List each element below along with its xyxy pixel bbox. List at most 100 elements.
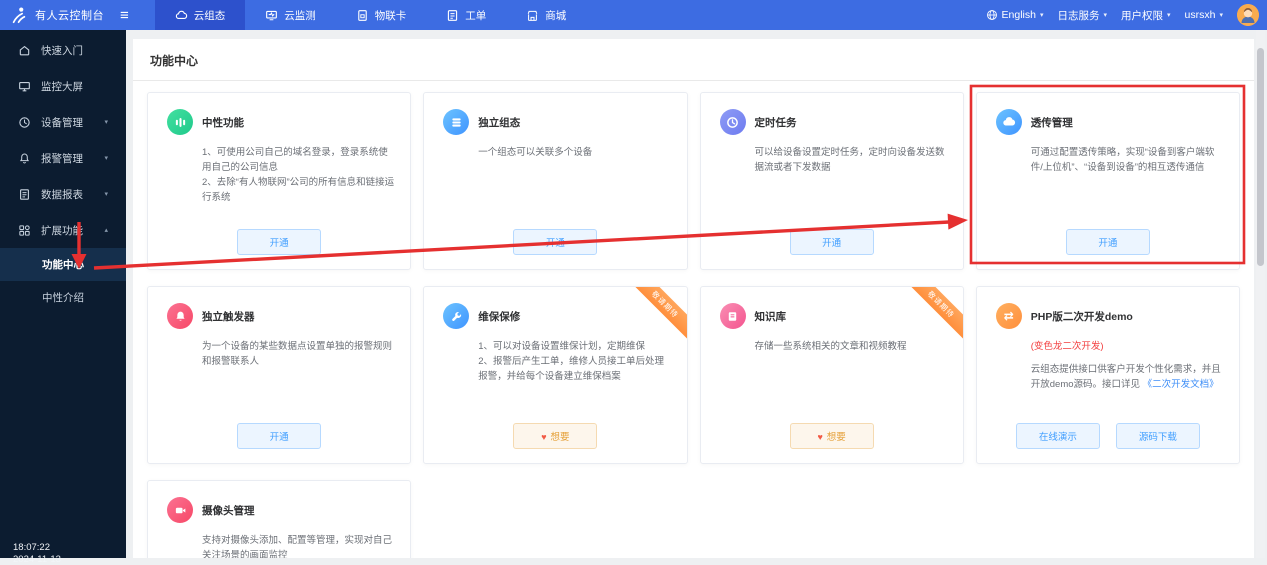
card-description: 可以给设备设置定时任务，定时向设备发送数据流或者下发数据 xyxy=(755,145,949,175)
sidebar-item-extensions[interactable]: 扩展功能 ▴ xyxy=(0,212,126,248)
online-demo-button[interactable]: 在线演示 xyxy=(1016,423,1100,449)
sidebar: 快速入门 监控大屏 设备管理 ▾ 报警管理 ▾ 数据报表 xyxy=(0,30,126,558)
sidebar-item-alarm-management[interactable]: 报警管理 ▾ xyxy=(0,140,126,176)
sidebar-item-device-management[interactable]: 设备管理 ▾ xyxy=(0,104,126,140)
tab-label: 云组态 xyxy=(194,8,226,23)
chevron-down-icon: ▾ xyxy=(104,154,108,162)
camera-icon xyxy=(167,497,193,523)
sidebar-subitem-feature-center[interactable]: 功能中心 xyxy=(0,248,126,281)
card-description: 一个组态可以关联多个设备 xyxy=(478,145,672,160)
content-panel: 功能中心 中性功能 1、可使用公司自己的域名登录，登录系统使用自己的公司信息 2… xyxy=(133,39,1254,558)
main-area: 功能中心 中性功能 1、可使用公司自己的域名登录，登录系统使用自己的公司信息 2… xyxy=(126,30,1267,558)
sidebar-item-monitor-screen[interactable]: 监控大屏 xyxy=(0,68,126,104)
home-icon xyxy=(18,44,31,57)
card-php-demo: ⇄ PHP版二次开发demo (变色龙二次开发) 云组态提供接口供客户开发个性化… xyxy=(976,286,1240,464)
dev-doc-link[interactable]: 《二次开发文档》 xyxy=(1143,379,1219,390)
sidebar-item-label: 快速入门 xyxy=(41,43,83,58)
card-scheduled-task: 定时任务 可以给设备设置定时任务，定时向设备发送数据流或者下发数据 开通 xyxy=(700,92,964,270)
activate-button[interactable]: 开通 xyxy=(237,423,321,449)
card-title: 摄像头管理 xyxy=(202,503,255,518)
activate-button[interactable]: 开通 xyxy=(1066,229,1150,255)
feature-card-grid: 中性功能 1、可使用公司自己的域名登录，登录系统使用自己的公司信息 2、去除“有… xyxy=(133,81,1254,558)
language-label: English xyxy=(1002,9,1036,21)
sidebar-item-label: 设备管理 xyxy=(41,115,83,130)
activate-button[interactable]: 开通 xyxy=(237,229,321,255)
card-camera-management: 摄像头管理 支持对摄像头添加、配置等管理，实现对自己关注场景的画面监控 xyxy=(147,480,411,558)
tab-iot-card[interactable]: 物联卡 xyxy=(336,0,427,30)
equalizer-icon xyxy=(167,109,193,135)
device-clock-icon xyxy=(18,116,31,129)
card-title: 透传管理 xyxy=(1031,115,1073,130)
user-menu[interactable]: usrsxh ▾ xyxy=(1185,9,1223,21)
card-title: 中性功能 xyxy=(202,115,244,130)
want-button[interactable]: ♥想要 xyxy=(513,423,597,449)
card-description: 为一个设备的某些数据点设置单独的报警规则和报警联系人 xyxy=(202,339,396,369)
chevron-down-icon: ▾ xyxy=(1104,11,1108,19)
sidebar-subitem-neutral-intro[interactable]: 中性介绍 xyxy=(0,281,126,314)
tab-mall[interactable]: 商城 xyxy=(506,0,586,30)
bell-icon xyxy=(167,303,193,329)
extensions-grid-icon xyxy=(18,224,31,237)
clock-date: 2024-11-13 xyxy=(13,554,61,565)
user-rights-label: 用户权限 xyxy=(1121,8,1163,23)
card-standalone-trigger: 独立触发器 为一个设备的某些数据点设置单独的报警规则和报警联系人 开通 xyxy=(147,286,411,464)
top-header: 有人云控制台 ≡ 云组态 云监测 物联卡 工单 xyxy=(0,0,1267,30)
code-icon: ⇄ xyxy=(996,303,1022,329)
card-title: 独立触发器 xyxy=(202,309,255,324)
card-neutral-function: 中性功能 1、可使用公司自己的域名登录，登录系统使用自己的公司信息 2、去除“有… xyxy=(147,92,411,270)
wrench-icon xyxy=(443,303,469,329)
tab-label: 工单 xyxy=(465,8,486,23)
tab-work-order[interactable]: 工单 xyxy=(426,0,506,30)
card-standalone-scada: 独立组态 一个组态可以关联多个设备 开通 xyxy=(423,92,687,270)
globe-icon xyxy=(986,9,998,21)
header-right: English ▾ 日志服务 ▾ 用户权限 ▾ usrsxh ▾ xyxy=(986,4,1267,26)
sidebar-item-label: 数据报表 xyxy=(41,187,83,202)
activate-button[interactable]: 开通 xyxy=(513,229,597,255)
avatar[interactable] xyxy=(1237,4,1259,26)
logo: 有人云控制台 ≡ xyxy=(0,6,129,24)
usr-logo-icon xyxy=(10,6,28,24)
scrollbar-thumb[interactable] xyxy=(1257,48,1264,266)
chevron-down-icon: ▾ xyxy=(1219,11,1223,19)
card-description: 支持对摄像头添加、配置等管理，实现对自己关注场景的画面监控 xyxy=(202,533,396,558)
cloud-icon xyxy=(996,109,1022,135)
store-icon xyxy=(526,9,539,22)
heart-icon: ♥ xyxy=(541,432,546,442)
card-red-note: (变色龙二次开发) xyxy=(1031,338,1225,352)
card-description: 可通过配置透传策略，实现“设备到客户端软件/上位机”、“设备到设备”的相互透传通… xyxy=(1031,145,1225,175)
chevron-down-icon: ▾ xyxy=(1167,11,1171,19)
language-selector[interactable]: English ▾ xyxy=(986,9,1044,21)
bell-icon xyxy=(18,152,31,165)
card-maintenance-repair: 敬请期待 维保保修 1、可以对设备设置维保计划，定期维保 2、报警后产生工单，维… xyxy=(423,286,687,464)
chevron-down-icon: ▾ xyxy=(104,190,108,198)
heart-icon: ♥ xyxy=(817,432,822,442)
tab-cloud-scada[interactable]: 云组态 xyxy=(155,0,246,30)
work-order-icon xyxy=(446,9,459,22)
chevron-down-icon: ▾ xyxy=(104,118,108,126)
tab-label: 物联卡 xyxy=(375,8,407,23)
chevron-down-icon: ▾ xyxy=(1040,11,1044,19)
monitor-icon xyxy=(265,9,278,22)
card-title: 独立组态 xyxy=(478,115,520,130)
chevron-up-icon: ▴ xyxy=(104,226,108,234)
tab-cloud-monitor[interactable]: 云监测 xyxy=(245,0,336,30)
source-download-button[interactable]: 源码下载 xyxy=(1116,423,1200,449)
card-knowledge-base: 敬请期待 知识库 存储一些系统相关的文章和视频教程 ♥想要 xyxy=(700,286,964,464)
tab-label: 商城 xyxy=(545,8,566,23)
activate-button[interactable]: 开通 xyxy=(790,229,874,255)
card-passthrough-management: 透传管理 可通过配置透传策略，实现“设备到客户端软件/上位机”、“设备到设备”的… xyxy=(976,92,1240,270)
hamburger-menu-icon[interactable]: ≡ xyxy=(120,8,129,23)
layers-icon xyxy=(443,109,469,135)
card-description: 存储一些系统相关的文章和视频教程 xyxy=(755,339,949,354)
sidebar-item-label: 扩展功能 xyxy=(41,223,83,238)
log-service-menu[interactable]: 日志服务 ▾ xyxy=(1058,8,1108,23)
card-description: 云组态提供接口供客户开发个性化需求，并且开放demo源码。接口详见 《二次开发文… xyxy=(1031,362,1225,392)
top-nav: 云组态 云监测 物联卡 工单 商城 xyxy=(155,0,587,30)
sidebar-item-data-report[interactable]: 数据报表 ▾ xyxy=(0,176,126,212)
user-rights-menu[interactable]: 用户权限 ▾ xyxy=(1121,8,1171,23)
card-description: 1、可以对设备设置维保计划，定期维保 2、报警后产生工单，维修人员接工单后处理报… xyxy=(478,339,672,384)
sidebar-item-quick-start[interactable]: 快速入门 xyxy=(0,32,126,68)
page-title: 功能中心 xyxy=(133,39,1254,81)
username-label: usrsxh xyxy=(1185,9,1216,21)
want-button[interactable]: ♥想要 xyxy=(790,423,874,449)
